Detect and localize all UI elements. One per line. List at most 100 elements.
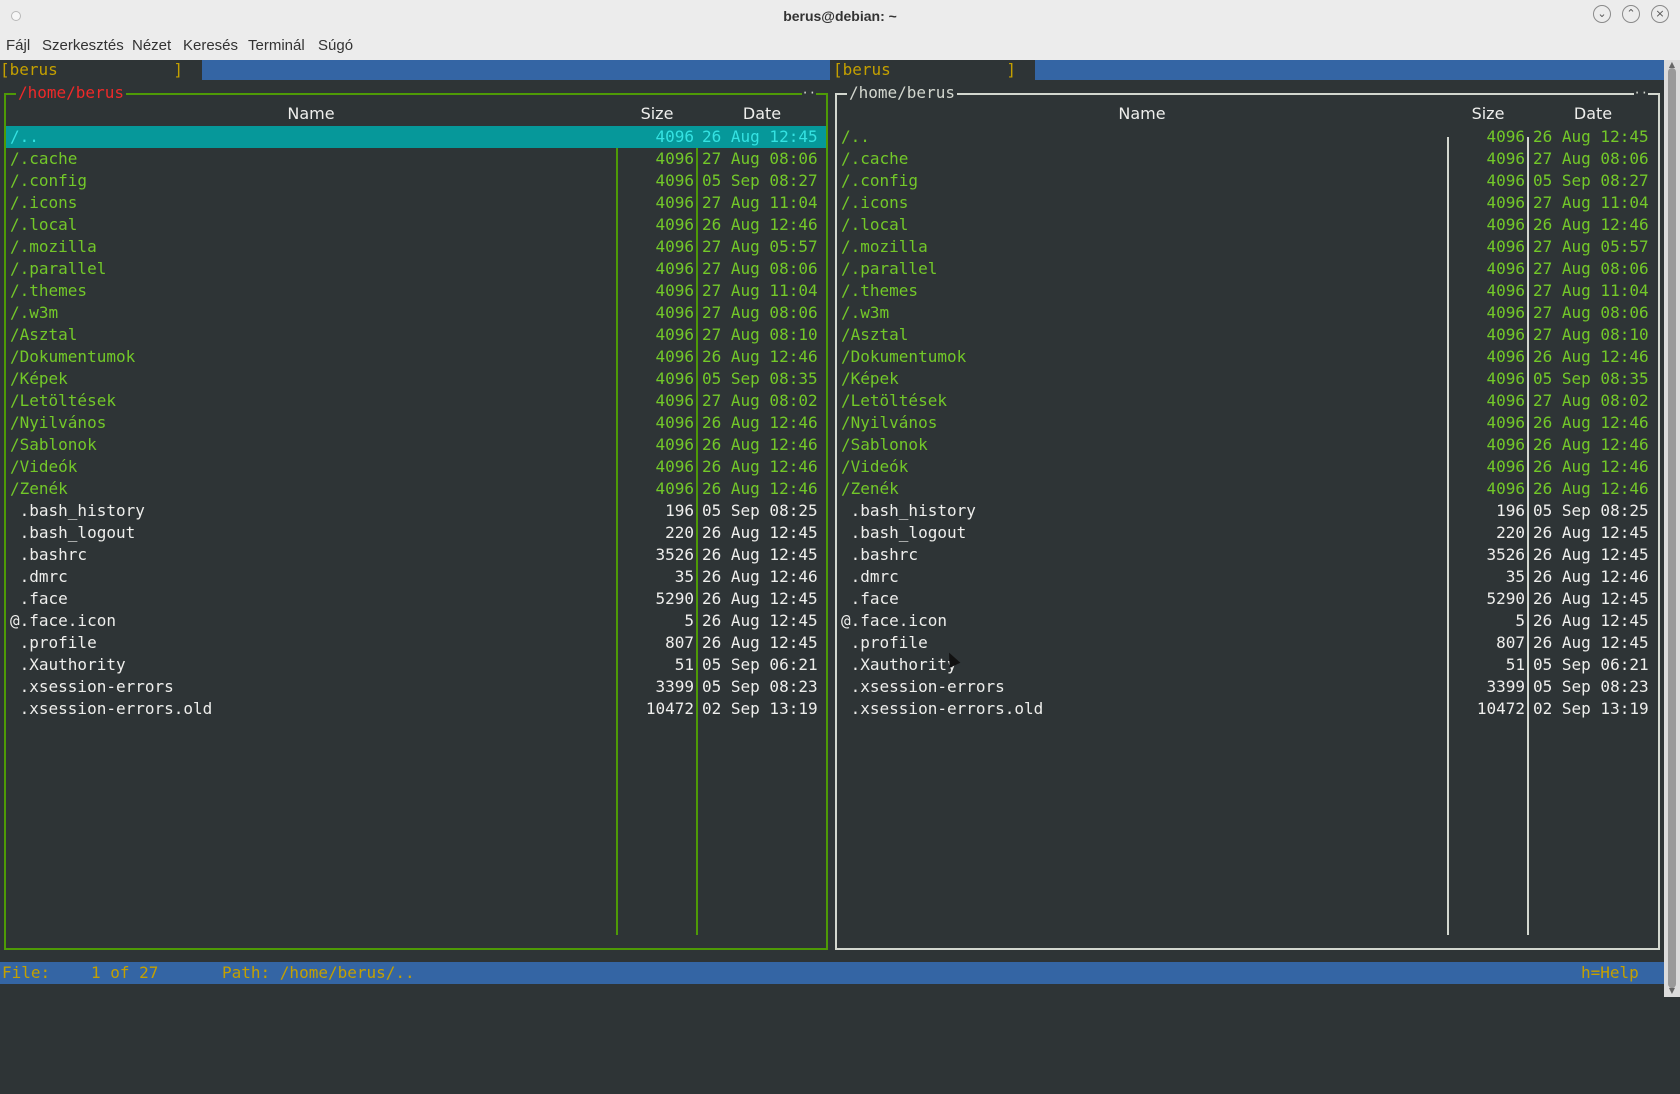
file-date: 05 Sep 08:35 xyxy=(1533,369,1649,388)
file-row[interactable]: /Sablonok 4096 26 Aug 12:46 xyxy=(837,434,1658,456)
file-row[interactable]: /.config 4096 05 Sep 08:27 xyxy=(6,170,826,192)
menu-terminal[interactable]: Terminál xyxy=(248,37,305,54)
menu-help[interactable]: Súgó xyxy=(318,37,353,54)
file-row[interactable]: .face 5290 26 Aug 12:45 xyxy=(6,588,826,610)
file-row[interactable]: /Képek 4096 05 Sep 08:35 xyxy=(6,368,826,390)
file-row[interactable]: /Képek 4096 05 Sep 08:35 xyxy=(837,368,1658,390)
file-row[interactable]: /Dokumentumok 4096 26 Aug 12:46 xyxy=(837,346,1658,368)
menu-edit[interactable]: Szerkesztés xyxy=(42,37,124,54)
file-row[interactable]: /Asztal 4096 27 Aug 08:10 xyxy=(6,324,826,346)
file-row[interactable]: /Asztal 4096 27 Aug 08:10 xyxy=(837,324,1658,346)
file-name: /.mozilla xyxy=(10,237,97,256)
file-row[interactable]: /.cache 4096 27 Aug 08:06 xyxy=(6,148,826,170)
file-row[interactable]: /.. 4096 26 Aug 12:45 xyxy=(6,126,826,148)
column-header-name[interactable]: Name xyxy=(6,104,616,124)
file-name: /Letöltések xyxy=(10,391,116,410)
column-header-date[interactable]: Date xyxy=(698,104,826,124)
file-row[interactable]: .bash_history 196 05 Sep 08:25 xyxy=(837,500,1658,522)
file-row[interactable]: /.mozilla 4096 27 Aug 05:57 xyxy=(837,236,1658,258)
file-size: 4096 xyxy=(1486,259,1525,278)
menu-file[interactable]: Fájl xyxy=(6,37,30,54)
file-row[interactable]: /.parallel 4096 27 Aug 08:06 xyxy=(837,258,1658,280)
file-row[interactable]: @.face.icon 5 26 Aug 12:45 xyxy=(837,610,1658,632)
file-row[interactable]: .xsession-errors 3399 05 Sep 08:23 xyxy=(837,676,1658,698)
file-row[interactable]: /Zenék 4096 26 Aug 12:46 xyxy=(6,478,826,500)
column-header-date[interactable]: Date xyxy=(1529,104,1657,124)
file-row[interactable]: .Xauthority 51 05 Sep 06:21 xyxy=(6,654,826,676)
file-date: 05 Sep 08:23 xyxy=(702,677,818,696)
file-row[interactable]: /.. 4096 26 Aug 12:45 xyxy=(837,126,1658,148)
file-row[interactable]: /Letöltések 4096 27 Aug 08:02 xyxy=(837,390,1658,412)
file-size: 4096 xyxy=(1486,457,1525,476)
terminal-area[interactable]: [berus ] [berus ] /home/berus ·· Name Si… xyxy=(0,60,1664,997)
file-row[interactable]: .bash_history 196 05 Sep 08:25 xyxy=(6,500,826,522)
file-row[interactable]: .xsession-errors.old 10472 02 Sep 13:19 xyxy=(837,698,1658,720)
file-row[interactable]: /.parallel 4096 27 Aug 08:06 xyxy=(6,258,826,280)
maximize-icon[interactable]: ⌃ xyxy=(1622,5,1640,23)
file-row[interactable]: .bashrc 3526 26 Aug 12:45 xyxy=(837,544,1658,566)
file-size: 4096 xyxy=(655,413,694,432)
file-row[interactable]: .bash_logout 220 26 Aug 12:45 xyxy=(837,522,1658,544)
file-row[interactable]: /.config 4096 05 Sep 08:27 xyxy=(837,170,1658,192)
menu-view[interactable]: Nézet xyxy=(132,37,171,54)
file-date: 26 Aug 12:46 xyxy=(702,435,818,454)
file-row[interactable]: /.local 4096 26 Aug 12:46 xyxy=(837,214,1658,236)
file-size: 196 xyxy=(665,501,694,520)
file-name: .xsession-errors.old xyxy=(10,699,213,718)
file-row[interactable]: /.cache 4096 27 Aug 08:06 xyxy=(837,148,1658,170)
file-size: 4096 xyxy=(655,127,694,146)
file-row[interactable]: /Dokumentumok 4096 26 Aug 12:46 xyxy=(6,346,826,368)
column-header-name[interactable]: Name xyxy=(837,104,1447,124)
file-row[interactable]: /.mozilla 4096 27 Aug 05:57 xyxy=(6,236,826,258)
file-row[interactable]: /Videók 4096 26 Aug 12:46 xyxy=(837,456,1658,478)
column-header-size[interactable]: Size xyxy=(618,104,696,124)
terminal-scrollbar[interactable]: ▲ ▼ xyxy=(1664,60,1680,997)
scroll-down-icon[interactable]: ▼ xyxy=(1666,986,1678,996)
file-row[interactable]: .face 5290 26 Aug 12:45 xyxy=(837,588,1658,610)
file-date: 26 Aug 12:46 xyxy=(702,347,818,366)
file-name: /Letöltések xyxy=(841,391,947,410)
file-row[interactable]: .bashrc 3526 26 Aug 12:45 xyxy=(6,544,826,566)
file-name: /Videók xyxy=(10,457,78,476)
file-name: /Videók xyxy=(841,457,909,476)
file-row[interactable]: .bash_logout 220 26 Aug 12:45 xyxy=(6,522,826,544)
menu-search[interactable]: Keresés xyxy=(183,37,238,54)
file-date: 26 Aug 12:46 xyxy=(1533,215,1649,234)
file-row[interactable]: /.themes 4096 27 Aug 11:04 xyxy=(6,280,826,302)
file-row[interactable]: /Videók 4096 26 Aug 12:46 xyxy=(6,456,826,478)
file-size: 4096 xyxy=(655,457,694,476)
file-row[interactable]: .profile 807 26 Aug 12:45 xyxy=(6,632,826,654)
left-panel-header-label: [berus ] xyxy=(0,60,202,80)
file-row[interactable]: @.face.icon 5 26 Aug 12:45 xyxy=(6,610,826,632)
file-name: /Zenék xyxy=(10,479,68,498)
minimize-icon[interactable]: ⌄ xyxy=(1593,5,1611,23)
file-row[interactable]: /.icons 4096 27 Aug 11:04 xyxy=(6,192,826,214)
file-row[interactable]: /.local 4096 26 Aug 12:46 xyxy=(6,214,826,236)
right-file-panel[interactable]: /home/berus ·· Name Size Date /.. 4096 26 … xyxy=(835,83,1660,950)
file-name: .Xauthority xyxy=(841,655,957,674)
file-row[interactable]: /Sablonok 4096 26 Aug 12:46 xyxy=(6,434,826,456)
file-row[interactable]: .Xauthority 51 05 Sep 06:21 xyxy=(837,654,1658,676)
file-row[interactable]: /Nyilvános 4096 26 Aug 12:46 xyxy=(837,412,1658,434)
file-name: /Nyilvános xyxy=(841,413,938,432)
file-row[interactable]: .dmrc 35 26 Aug 12:46 xyxy=(6,566,826,588)
column-header-size[interactable]: Size xyxy=(1449,104,1527,124)
file-row[interactable]: /.icons 4096 27 Aug 11:04 xyxy=(837,192,1658,214)
left-file-panel[interactable]: /home/berus ·· Name Size Date /.. 4096 26 … xyxy=(4,83,828,950)
file-size: 4096 xyxy=(1486,193,1525,212)
file-name: .bash_history xyxy=(10,501,145,520)
close-icon[interactable]: × xyxy=(1651,5,1669,23)
file-row[interactable]: /.w3m 4096 27 Aug 08:06 xyxy=(837,302,1658,324)
file-size: 4096 xyxy=(655,149,694,168)
file-row[interactable]: /.themes 4096 27 Aug 11:04 xyxy=(837,280,1658,302)
file-row[interactable]: /Zenék 4096 26 Aug 12:46 xyxy=(837,478,1658,500)
file-row[interactable]: /Letöltések 4096 27 Aug 08:02 xyxy=(6,390,826,412)
file-row[interactable]: .dmrc 35 26 Aug 12:46 xyxy=(837,566,1658,588)
file-row[interactable]: /.w3m 4096 27 Aug 08:06 xyxy=(6,302,826,324)
file-date: 27 Aug 11:04 xyxy=(1533,281,1649,300)
file-row[interactable]: .xsession-errors 3399 05 Sep 08:23 xyxy=(6,676,826,698)
scrollbar-thumb[interactable] xyxy=(1668,68,1676,988)
file-row[interactable]: /Nyilvános 4096 26 Aug 12:46 xyxy=(6,412,826,434)
file-row[interactable]: .xsession-errors.old 10472 02 Sep 13:19 xyxy=(6,698,826,720)
file-row[interactable]: .profile 807 26 Aug 12:45 xyxy=(837,632,1658,654)
